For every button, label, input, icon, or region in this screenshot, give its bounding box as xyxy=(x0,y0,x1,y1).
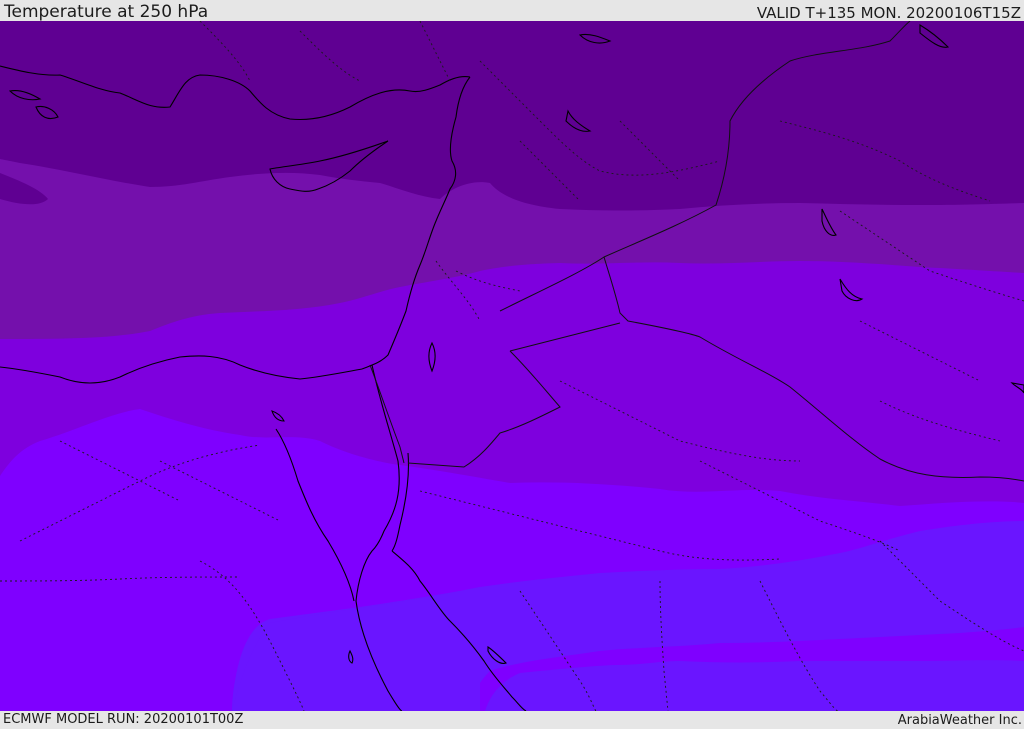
valid-time-label: VALID T+135 MON. 20200106T15Z xyxy=(756,4,1021,22)
credit-label: ArabiaWeather Inc. xyxy=(897,713,1022,728)
model-run-label: ECMWF MODEL RUN: 20200101T00Z xyxy=(3,712,244,727)
footer-bar: ECMWF MODEL RUN: 20200101T00Z ArabiaWeat… xyxy=(0,711,1024,729)
temperature-map[interactable] xyxy=(0,21,1024,711)
header-bar: Temperature at 250 hPa VALID T+135 MON. … xyxy=(0,0,1024,21)
band-coldest xyxy=(0,21,1024,211)
map-title: Temperature at 250 hPa xyxy=(4,2,209,22)
